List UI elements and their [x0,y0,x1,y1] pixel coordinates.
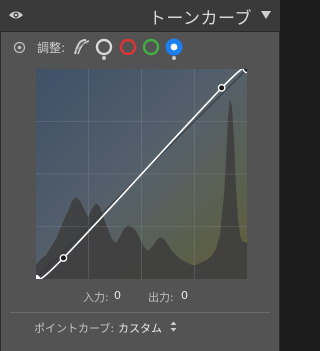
target-adjust-icon[interactable] [13,41,26,54]
parametric-curve-icon[interactable] [72,37,92,57]
output-label: 出力: [148,291,174,304]
panel-title: トーンカーブ [148,9,252,29]
eye-icon[interactable] [8,9,24,21]
divider [10,312,270,313]
adjust-row: 調整: [0,34,280,60]
output-value: 0 [181,289,188,302]
input-label: 入力: [83,291,109,304]
green-channel-icon[interactable] [141,37,161,57]
input-value: 0 [114,289,121,302]
red-channel-icon[interactable] [118,37,138,57]
panel-header[interactable]: トーンカーブ [0,0,280,32]
adjust-label: 調整: [37,41,66,55]
point-curve-label: ポイントカーブ: [34,322,115,335]
point-curve-row: ポイントカーブ: カスタム [0,320,280,336]
tone-curve-graph[interactable] [36,69,247,279]
blue-channel-icon[interactable] [164,37,184,57]
input-output-row: 入力: 0 出力: 0 [0,289,280,305]
selection-dot [102,56,106,60]
updown-arrows-icon[interactable] [170,321,177,332]
curve-control-point[interactable] [217,83,226,92]
curve-control-point[interactable] [59,254,68,262]
collapse-triangle-icon[interactable] [260,10,272,20]
selection-dot [172,56,176,60]
tone-curve-panel: トーンカーブ 調整: 入力: 0 出力: 0 ポイントカーブ: カスタム [0,0,280,351]
point-curve-select[interactable]: カスタム [118,320,162,336]
rgb-point-curve-icon[interactable] [94,37,114,57]
